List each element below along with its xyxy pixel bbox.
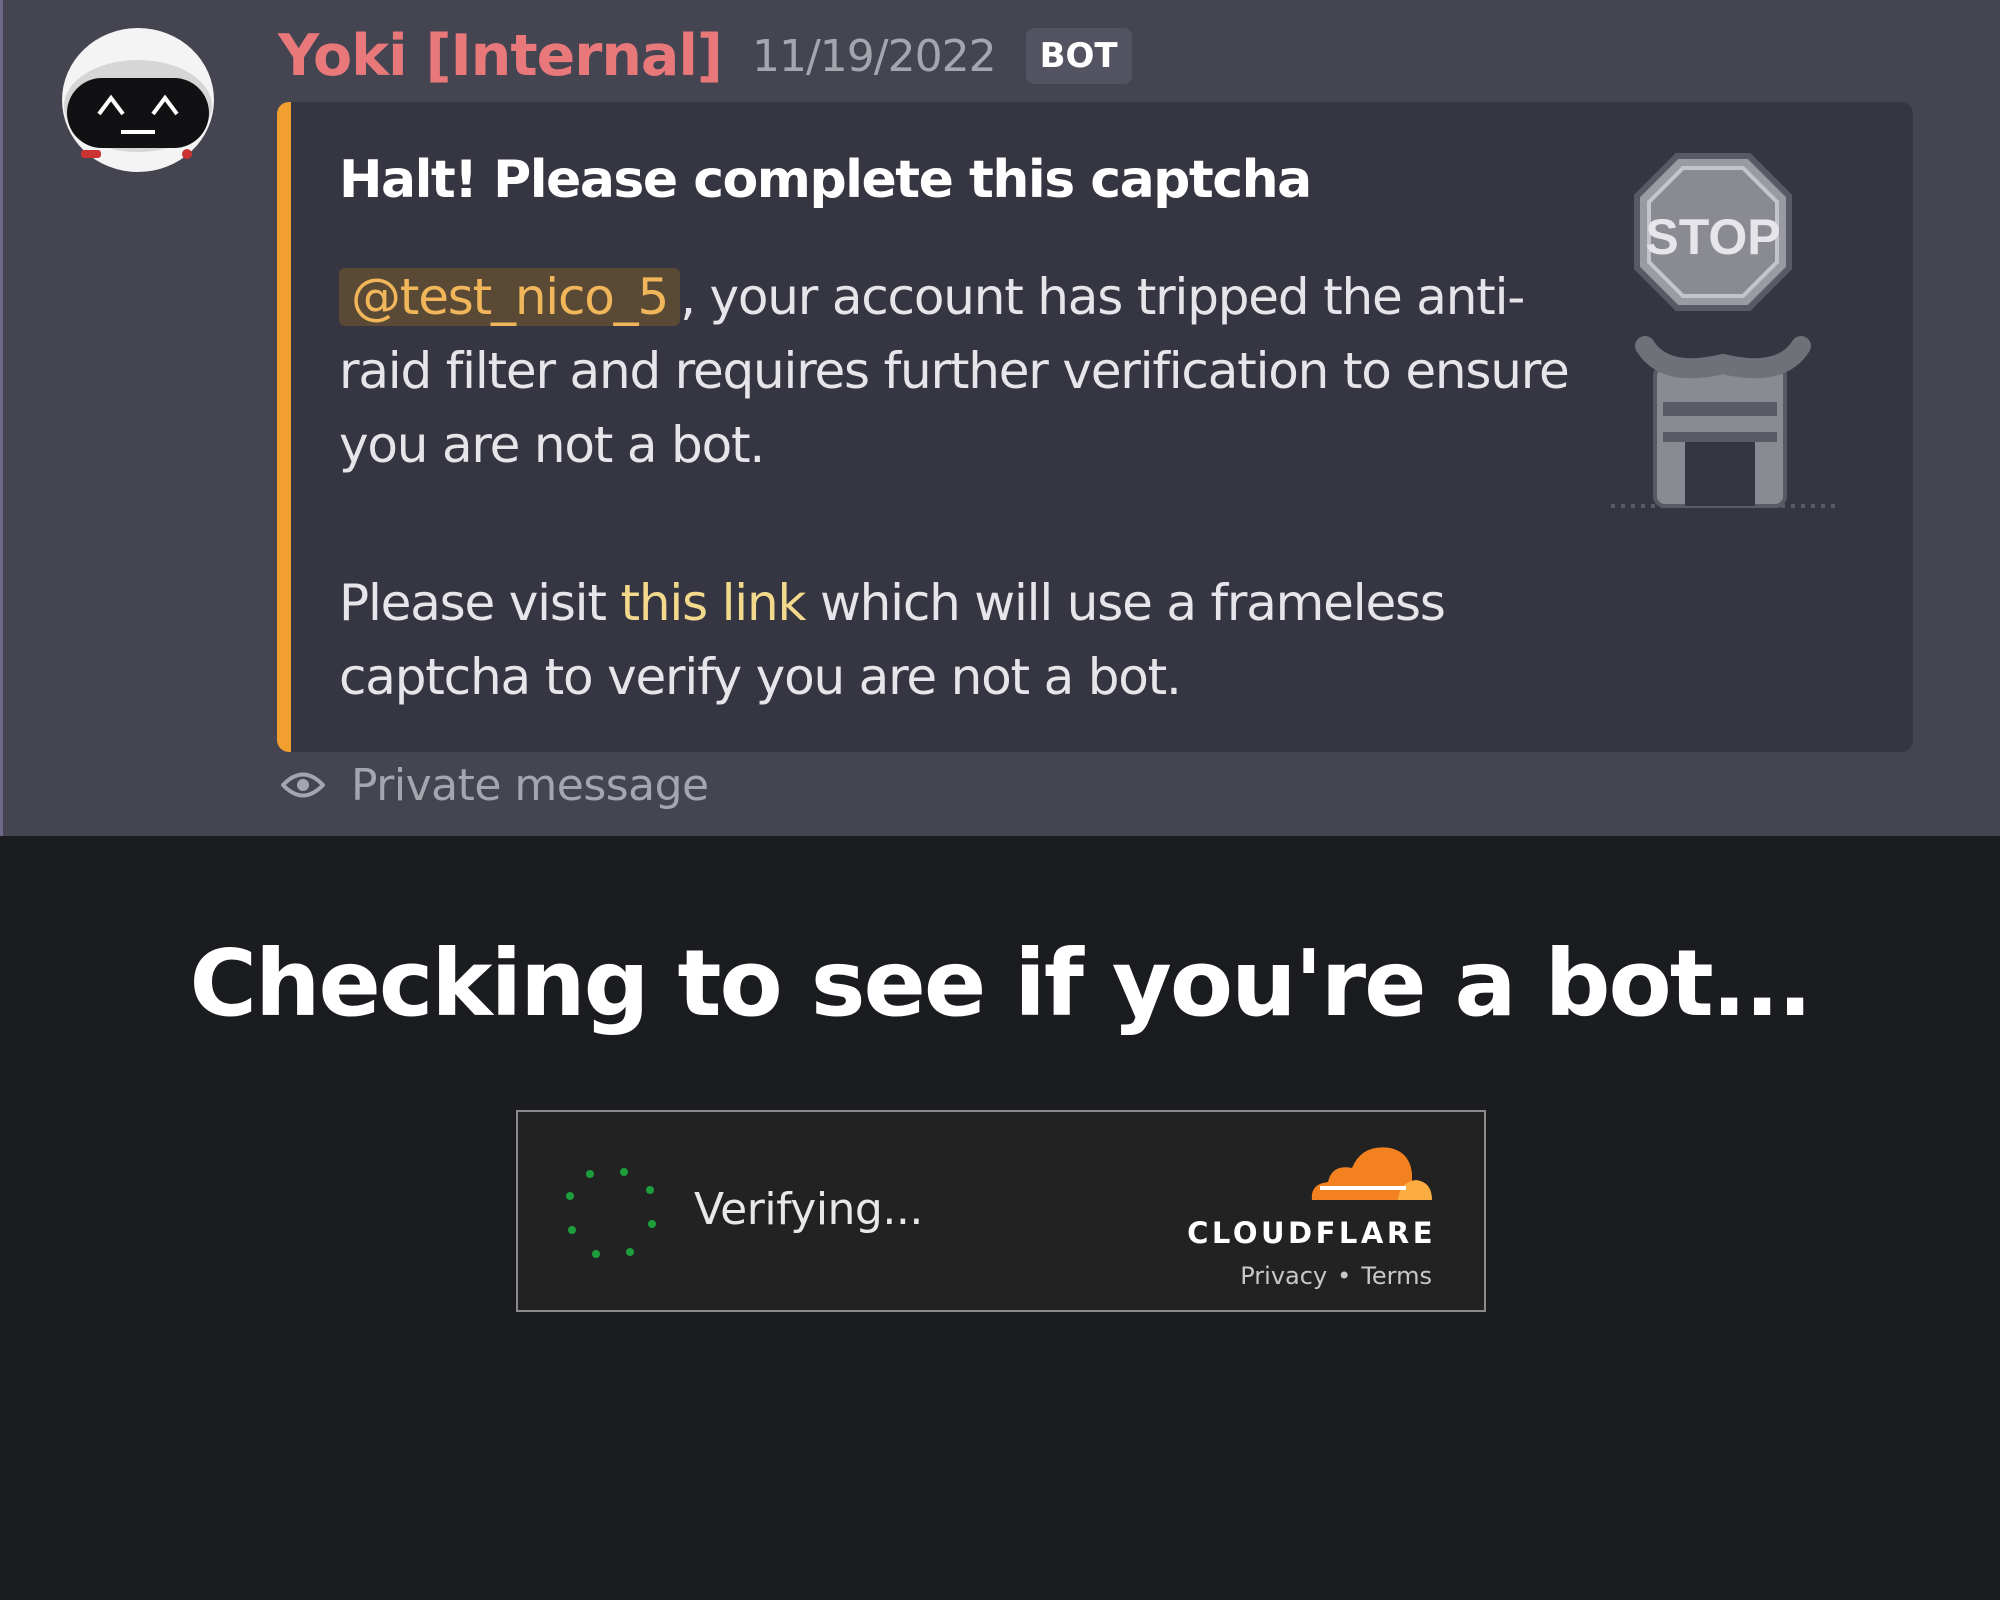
screenshot-canvas: Yoki [Internal] 11/19/2022 BOT Halt! Ple… <box>0 0 2000 1600</box>
captcha-link[interactable]: this link <box>620 574 806 632</box>
embed-text-2-prefix: Please visit <box>339 574 621 632</box>
bot-avatar[interactable] <box>59 22 217 174</box>
cloudflare-links: Privacy • Terms <box>1240 1262 1432 1290</box>
author-name[interactable]: Yoki [Internal] <box>278 23 723 89</box>
terms-link[interactable]: Terms <box>1361 1262 1432 1290</box>
message-timestamp: 11/19/2022 <box>751 30 997 82</box>
bot-badge: BOT <box>1025 28 1132 84</box>
eye-icon <box>281 772 325 798</box>
cloudflare-wordmark: CLOUDFLARE <box>1187 1216 1436 1250</box>
message-header: Yoki [Internal] 11/19/2022 BOT <box>278 18 1132 94</box>
private-message-footer: Private message <box>277 759 709 811</box>
challenge-heading: Checking to see if you're a bot... <box>189 930 1812 1037</box>
embed-paragraph-1: @test_nico_5, your account has tripped t… <box>339 260 1609 482</box>
turnstile-widget[interactable]: Verifying... CLOUDFLARE Privacy • Terms <box>516 1110 1486 1312</box>
captcha-embed: Halt! Please complete this captcha @test… <box>277 102 1913 752</box>
verifying-status: Verifying... <box>694 1184 923 1235</box>
loading-spinner-icon <box>566 1168 656 1258</box>
stop-sign-robot-icon: STOP <box>1611 153 1839 508</box>
cloudflare-logo[interactable]: CLOUDFLARE Privacy • Terms <box>1186 1142 1436 1302</box>
stop-sign-text: STOP <box>1645 209 1780 265</box>
embed-title: Halt! Please complete this captcha <box>339 150 1312 210</box>
privacy-link[interactable]: Privacy <box>1240 1262 1327 1290</box>
embed-paragraph-2: Please visit this link which will use a … <box>339 566 1609 714</box>
user-mention[interactable]: @test_nico_5 <box>339 268 681 326</box>
embed-description: @test_nico_5, your account has tripped t… <box>339 260 1609 714</box>
cloudflare-cloud-icon <box>1311 1147 1432 1200</box>
chat-message: Yoki [Internal] 11/19/2022 BOT Halt! Ple… <box>0 0 2000 836</box>
footer-label: Private message <box>351 759 709 811</box>
link-separator: • <box>1337 1262 1352 1290</box>
